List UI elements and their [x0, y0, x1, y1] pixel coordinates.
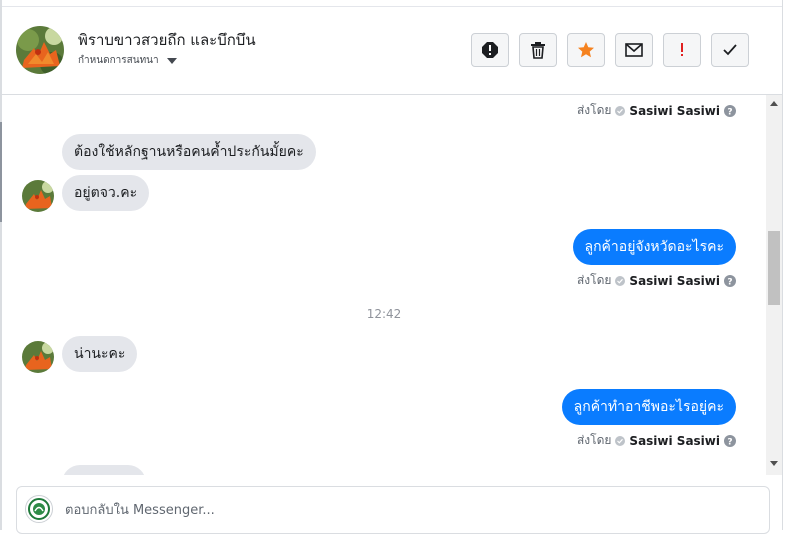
- caret-down-icon: [166, 57, 177, 64]
- outgoing-message-bubble[interactable]: ลูกค้าอยู่จังหวัดอะไรคะ: [572, 229, 736, 265]
- mark-unread-button[interactable]: [615, 33, 653, 67]
- sent-by-prefix: ส่งโดย: [576, 433, 612, 447]
- svg-text:?: ?: [727, 107, 732, 117]
- star-icon: [578, 42, 594, 58]
- help-icon[interactable]: ?: [724, 434, 736, 447]
- contact-avatar-small: [22, 180, 54, 212]
- verified-check-icon: [615, 435, 626, 446]
- contact-name: พิราบขาวสวยถึก และบึกบึน: [78, 31, 256, 49]
- done-button[interactable]: [711, 33, 749, 67]
- contact-avatar-small: [22, 341, 54, 373]
- delete-button[interactable]: [519, 33, 557, 67]
- svg-text:?: ?: [727, 437, 732, 447]
- trash-icon: [531, 42, 545, 59]
- scroll-up-arrow-icon[interactable]: [770, 101, 778, 106]
- help-icon[interactable]: ?: [724, 274, 736, 287]
- chat-scrollbar[interactable]: [766, 95, 782, 475]
- checkmark-icon: [723, 44, 737, 56]
- conversation-header: พิราบขาวสวยถึก และบึกบึน กำหนดการสนทนา: [2, 7, 782, 95]
- right-border: [782, 0, 783, 530]
- star-button[interactable]: [567, 33, 605, 67]
- incoming-message-bubble[interactable]: น่านะคะ: [62, 336, 138, 372]
- follow-up-button[interactable]: [663, 33, 701, 67]
- sent-by-label: ส่งโดย Sasiwi Sasiwi ?: [577, 431, 736, 450]
- sender-name: Sasiwi Sasiwi: [629, 103, 720, 118]
- exclamation-icon: [681, 43, 683, 56]
- scroll-thumb[interactable]: [768, 231, 780, 305]
- sender-name: Sasiwi Sasiwi: [629, 273, 720, 288]
- message-thread[interactable]: ส่งโดย Sasiwi Sasiwi ? ต้องใช้หลักฐานหรื…: [2, 95, 766, 475]
- assign-conversation-dropdown[interactable]: กำหนดการสนทนา: [78, 53, 177, 68]
- partial-message-bubble: [62, 465, 146, 475]
- sent-by-label: ส่งโดย Sasiwi Sasiwi ?: [577, 271, 736, 290]
- message-timestamp: 12:42: [366, 307, 402, 321]
- page-avatar: [25, 495, 53, 523]
- svg-text:?: ?: [727, 277, 732, 287]
- verified-check-icon: [615, 275, 626, 286]
- sender-name: Sasiwi Sasiwi: [629, 433, 720, 448]
- help-icon[interactable]: ?: [724, 104, 736, 117]
- reply-input[interactable]: [65, 497, 715, 523]
- sent-by-prefix: ส่งโดย: [576, 103, 612, 117]
- sent-by-label: ส่งโดย Sasiwi Sasiwi ?: [577, 101, 736, 120]
- assign-label: กำหนดการสนทนา: [78, 55, 159, 66]
- incoming-message-bubble[interactable]: อยู่ตจว.คะ: [62, 175, 150, 211]
- contact-avatar[interactable]: [16, 26, 64, 74]
- outgoing-message-bubble[interactable]: ลูกค้าทำอาชีพอะไรอยู่คะ: [561, 389, 736, 425]
- reply-composer: [16, 486, 770, 534]
- alert-circle-icon: [482, 42, 498, 58]
- incoming-message-bubble[interactable]: ต้องใช้หลักฐานหรือคนค้ำประกันมั้ยคะ: [62, 134, 316, 170]
- scroll-down-arrow-icon[interactable]: [770, 461, 778, 466]
- sent-by-prefix: ส่งโดย: [576, 273, 612, 287]
- verified-check-icon: [615, 105, 626, 116]
- spam-button[interactable]: [471, 33, 509, 67]
- envelope-icon: [625, 43, 643, 57]
